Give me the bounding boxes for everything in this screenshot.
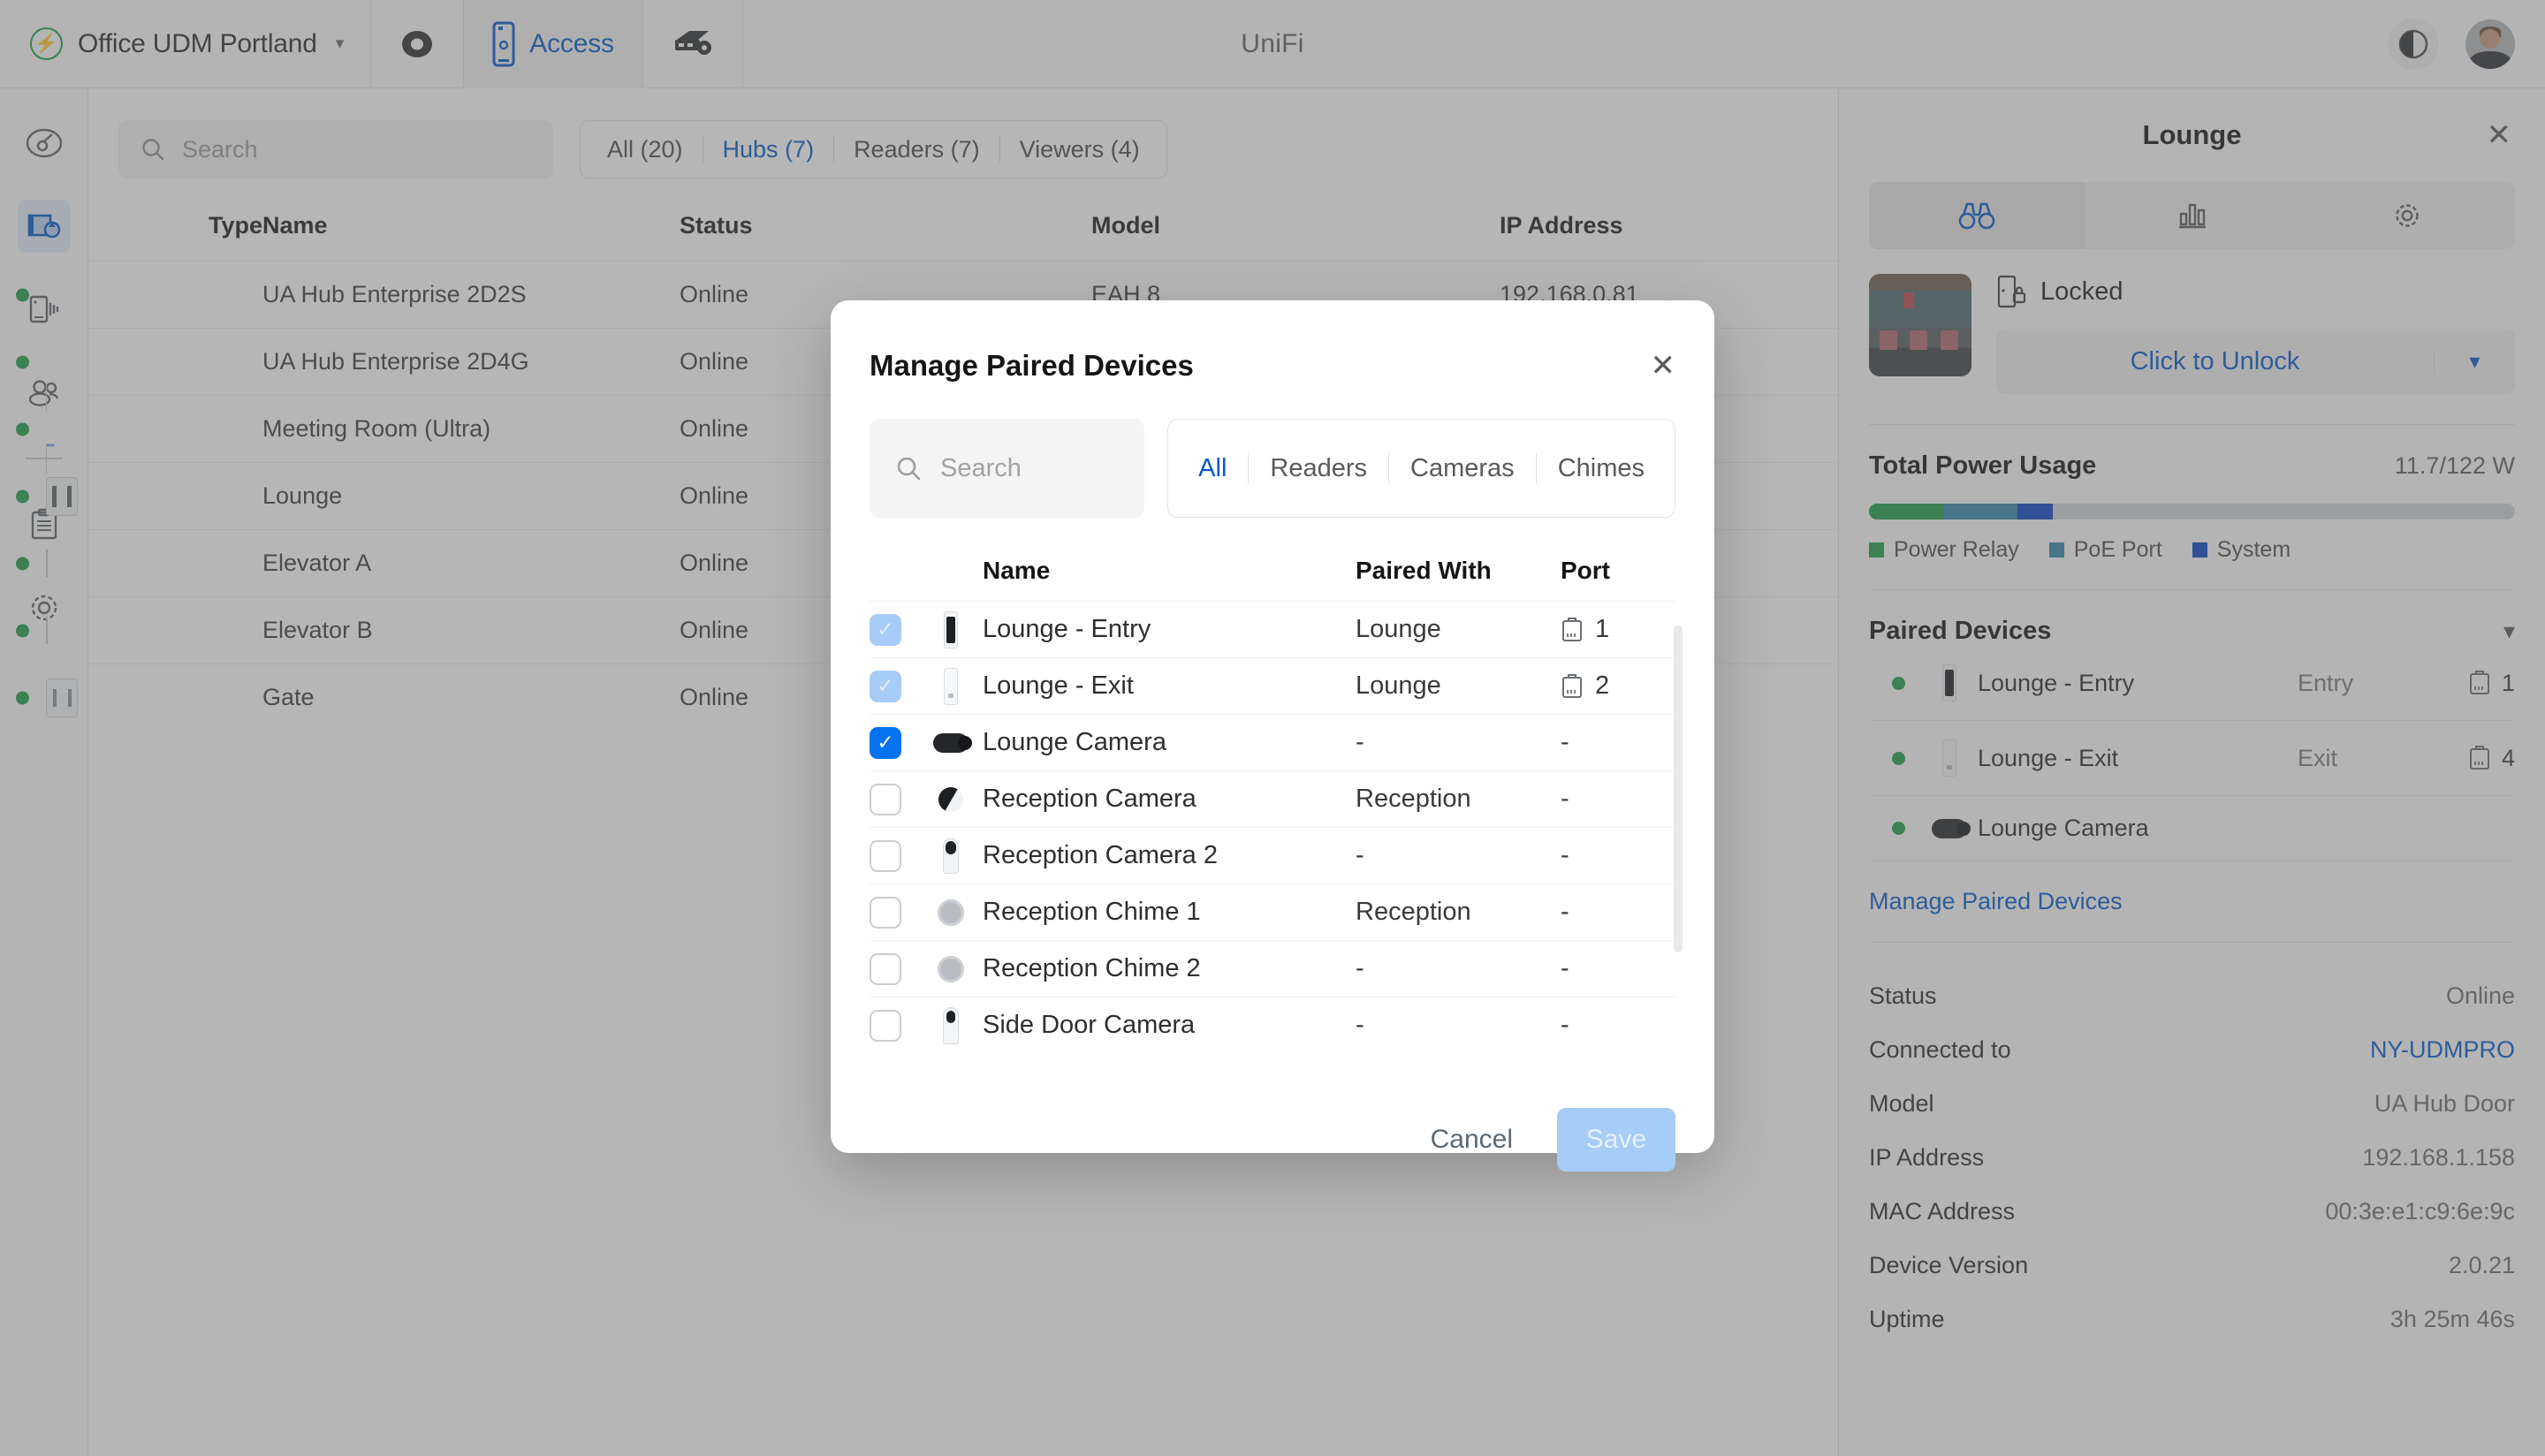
device-paired-with: Reception	[1356, 785, 1471, 813]
device-port: 2	[1561, 671, 1675, 701]
chip-chimes[interactable]: Chimes	[1537, 454, 1666, 483]
close-icon[interactable]: ✕	[1651, 348, 1676, 383]
search-icon	[897, 457, 921, 481]
device-port: 1	[1561, 615, 1675, 644]
device-name: Reception Camera	[983, 785, 1197, 813]
device-checkbox[interactable]: ✓	[870, 613, 926, 646]
dialog-type-filter: All Readers Cameras Chimes	[1167, 419, 1675, 518]
device-name: Reception Chime 2	[983, 954, 1201, 982]
device-checkbox[interactable]: ✓	[870, 670, 926, 702]
device-paired-with: -	[1356, 954, 1364, 982]
cancel-button[interactable]: Cancel	[1418, 1125, 1525, 1155]
device-checkbox[interactable]	[870, 839, 926, 872]
device-checkbox[interactable]	[870, 1009, 926, 1042]
col-name: Name	[983, 557, 1051, 584]
camera-bullet-icon	[926, 732, 976, 753]
dialog-footer: Cancel Save	[870, 1108, 1675, 1172]
device-paired-with: -	[1356, 728, 1364, 756]
device-port: -	[1561, 898, 1569, 926]
camera-tower-icon	[926, 1006, 976, 1044]
manage-paired-devices-dialog: Manage Paired Devices ✕ Search All Reade…	[831, 300, 1714, 1172]
device-port: -	[1561, 841, 1569, 869]
device-paired-with: -	[1356, 1011, 1364, 1039]
list-item[interactable]: Reception Chime 2 - -	[870, 940, 1675, 997]
device-paired-with: Lounge	[1356, 615, 1441, 643]
list-item[interactable]: ✓ Lounge - Entry Lounge 1	[870, 601, 1675, 657]
list-item[interactable]: ✓ Lounge - Exit Lounge 2	[870, 657, 1675, 714]
list-scrollbar[interactable]	[1674, 626, 1683, 952]
chime-icon	[926, 955, 976, 982]
col-port: Port	[1561, 557, 1610, 584]
device-port: -	[1561, 1011, 1569, 1039]
device-name: Reception Chime 1	[983, 898, 1201, 926]
device-checkbox[interactable]	[870, 952, 926, 985]
device-name: Reception Camera 2	[983, 841, 1218, 869]
device-name: Lounge Camera	[983, 728, 1166, 756]
list-item[interactable]: Reception Camera Reception -	[870, 770, 1675, 827]
device-port: -	[1561, 785, 1569, 813]
port-icon	[1562, 617, 1582, 641]
device-name: Lounge - Entry	[983, 615, 1151, 643]
chime-icon	[926, 899, 976, 926]
device-name: Side Door Camera	[983, 1011, 1196, 1039]
device-paired-with: Lounge	[1356, 671, 1441, 700]
dialog-search-placeholder: Search	[940, 453, 1022, 482]
device-port: -	[1561, 954, 1569, 982]
dialog-title: Manage Paired Devices	[870, 349, 1194, 382]
chip-cameras[interactable]: Cameras	[1389, 454, 1536, 483]
port-number: 1	[1595, 615, 1610, 643]
port-icon	[1562, 673, 1582, 698]
col-paired-with: Paired With	[1356, 557, 1492, 584]
camera-stand-icon	[926, 838, 976, 874]
chip-all[interactable]: All	[1177, 454, 1248, 483]
device-port: -	[1561, 728, 1569, 756]
device-name: Lounge - Exit	[983, 671, 1134, 700]
list-item[interactable]: ✓ Lounge Camera - -	[870, 714, 1675, 770]
port-number: 2	[1595, 671, 1610, 700]
list-item[interactable]: Reception Camera 2 - -	[870, 827, 1675, 883]
dialog-search-input[interactable]: Search	[870, 419, 1145, 518]
list-item[interactable]: Reception Chime 1 Reception -	[870, 883, 1675, 940]
reader-light-icon	[926, 667, 976, 705]
device-paired-with: Reception	[1356, 898, 1471, 926]
save-button[interactable]: Save	[1557, 1108, 1675, 1172]
device-checkbox[interactable]: ✓	[870, 726, 926, 759]
dialog-device-list: ✓ Lounge - Entry Lounge 1 ✓ Lounge - Exi…	[870, 601, 1683, 1053]
dialog-list-header: Name Paired With Port	[870, 518, 1675, 601]
device-checkbox[interactable]	[870, 896, 926, 929]
dialog-filters: Search All Readers Cameras Chimes	[870, 419, 1675, 518]
camera-dome-icon	[926, 786, 976, 812]
app-root: ⚡ Office UDM Portland ▾ Access UniFi Sea…	[0, 0, 2545, 1456]
list-item[interactable]: Side Door Camera - -	[870, 997, 1675, 1053]
chip-readers[interactable]: Readers	[1249, 454, 1388, 483]
reader-dark-icon	[926, 610, 976, 648]
device-checkbox[interactable]	[870, 783, 926, 815]
dialog-header: Manage Paired Devices ✕	[870, 300, 1675, 419]
device-paired-with: -	[1356, 841, 1364, 869]
